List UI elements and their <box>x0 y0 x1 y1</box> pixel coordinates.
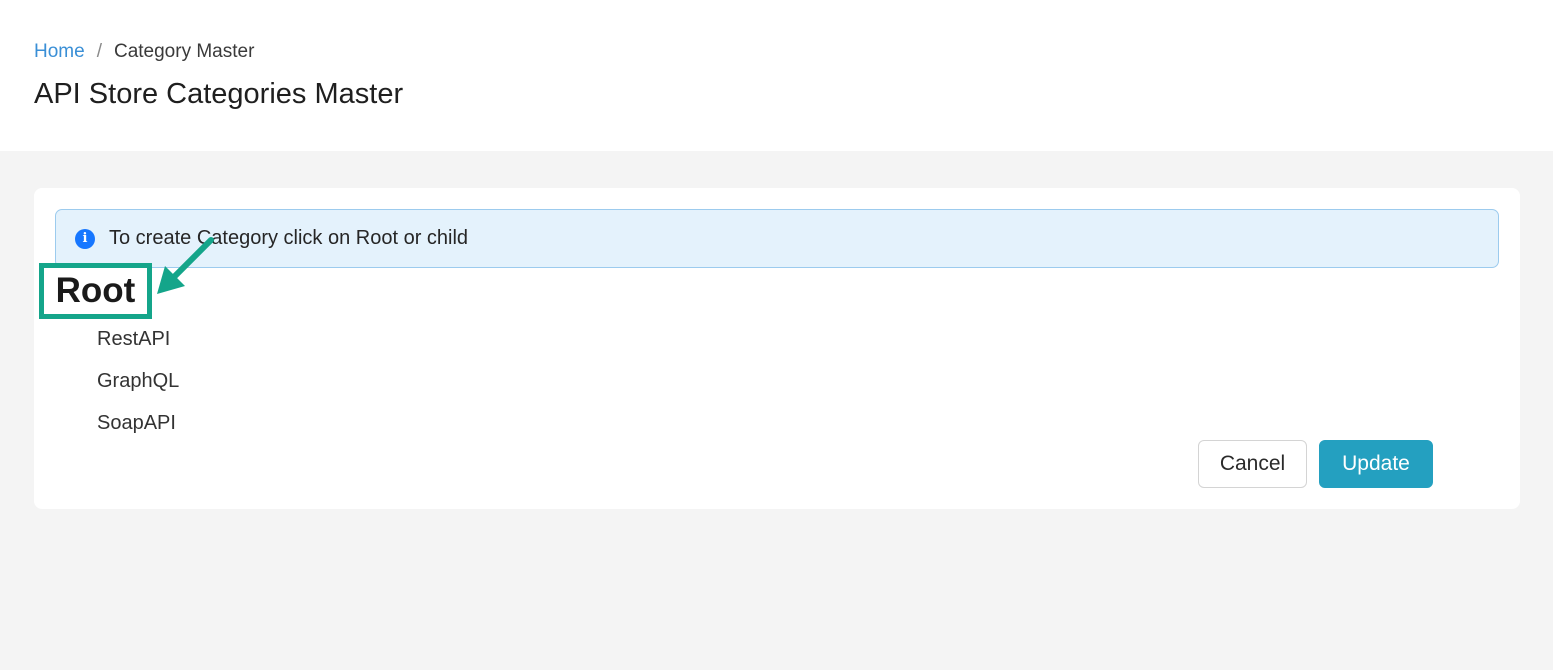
tree-child-restapi[interactable]: RestAPI <box>97 318 179 360</box>
breadcrumb: Home / Category Master <box>34 41 254 63</box>
tree-child-soapapi[interactable]: SoapAPI <box>97 402 179 444</box>
info-alert: i To create Category click on Root or ch… <box>55 209 1499 268</box>
tree-children: RestAPI GraphQL SoapAPI <box>97 318 179 444</box>
breadcrumb-current: Category Master <box>113 41 255 62</box>
breadcrumb-home-link[interactable]: Home <box>34 41 85 63</box>
update-button[interactable]: Update <box>1319 440 1433 488</box>
tree-root-node[interactable]: Root <box>39 263 152 319</box>
annotation-arrow-icon <box>157 237 214 294</box>
tree-child-graphql[interactable]: GraphQL <box>97 360 179 402</box>
breadcrumb-separator: / <box>96 41 102 62</box>
category-card: i To create Category click on Root or ch… <box>34 188 1520 509</box>
cancel-button[interactable]: Cancel <box>1198 440 1307 488</box>
page-title: API Store Categories Master <box>34 78 404 110</box>
info-icon: i <box>75 228 95 249</box>
page-header: Home / Category Master API Store Categor… <box>0 0 1553 151</box>
